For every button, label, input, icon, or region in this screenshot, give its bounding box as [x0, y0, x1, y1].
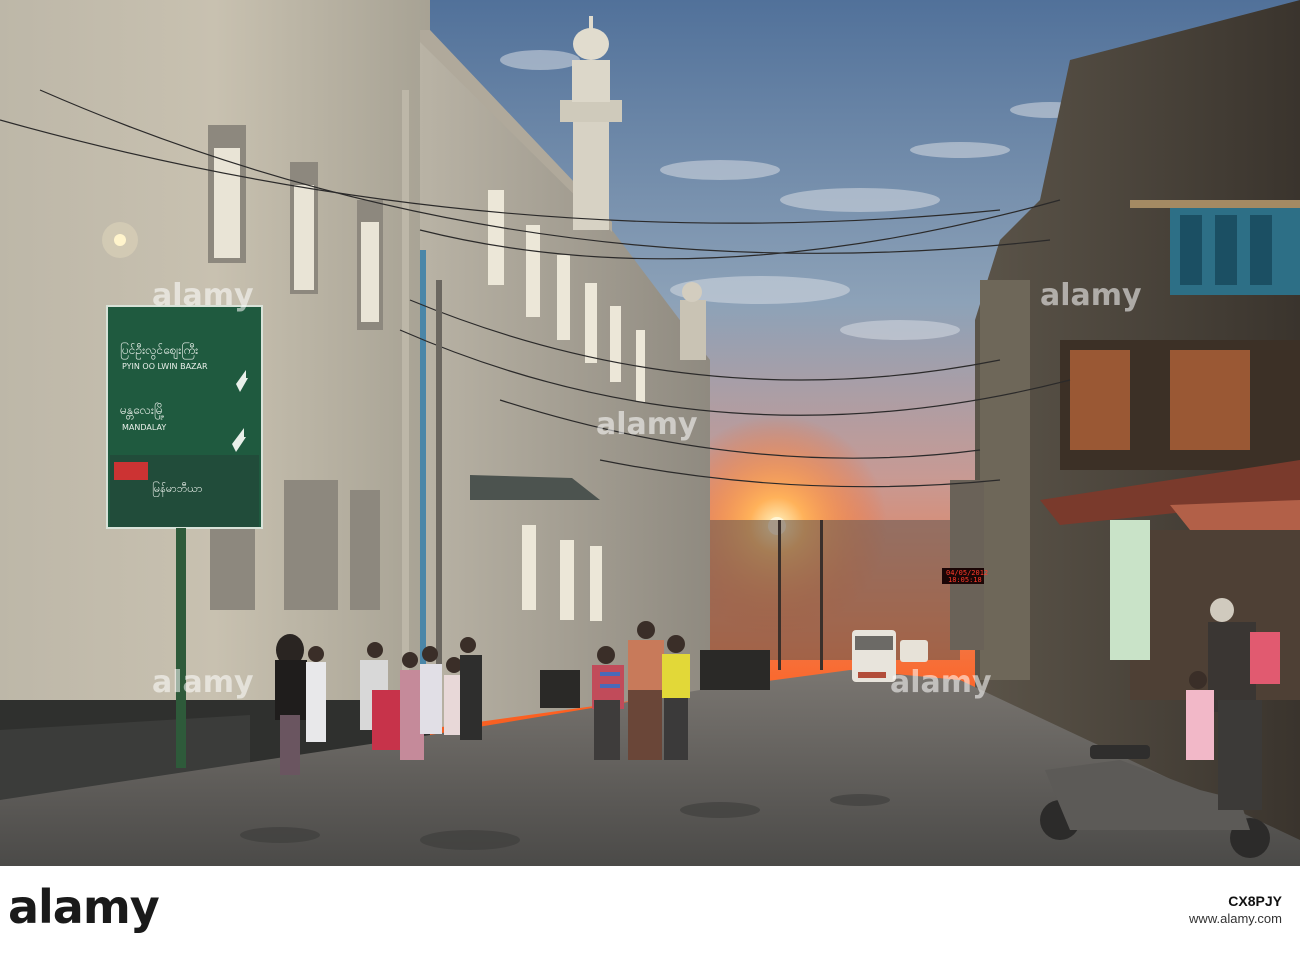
far-right-building — [950, 480, 984, 650]
watermark-bottom-left: alamy — [152, 665, 254, 700]
brand-logo: alamy — [8, 880, 160, 934]
balcony-rail — [1130, 200, 1300, 208]
watermark-middle: alamy — [596, 407, 698, 442]
drain-pipe — [420, 250, 426, 670]
sign-line2-latin: MANDALAY — [122, 423, 167, 432]
pole-3 — [820, 520, 823, 670]
poster — [1110, 520, 1150, 660]
lamp-glow — [102, 222, 138, 258]
watermark-bottom-right: alamy — [890, 665, 992, 700]
distant-haze — [700, 520, 960, 660]
watermark-left: alamy — [152, 278, 254, 313]
sign-ad-text: မြန်မာဘီယာ — [152, 482, 203, 495]
right-awning-2 — [1170, 500, 1300, 530]
footer-bar: alamy CX8PJY www.alamy.com — [0, 866, 1300, 956]
lattice-pattern — [1180, 215, 1272, 285]
sign-line1-latin: PYIN OO LWIN BAZAR — [122, 362, 208, 371]
stock-url: www.alamy.com — [1189, 911, 1282, 926]
image-code: CX8PJY — [1228, 893, 1282, 909]
clock-time: 18:05:18 — [948, 576, 982, 584]
sign-line1-burmese: ပြင်ဦးလွင်စျေးကြီး — [120, 343, 199, 357]
watermark-right: alamy — [1040, 278, 1142, 313]
right-building-mid — [980, 280, 1030, 680]
sign-line2-burmese: မန္တလေးမြို့ — [120, 403, 165, 417]
utility-pole — [436, 280, 442, 700]
pole-2 — [778, 520, 781, 670]
white-car — [900, 640, 928, 662]
stock-info: CX8PJY www.alamy.com — [1189, 892, 1282, 928]
pipe — [402, 90, 409, 730]
